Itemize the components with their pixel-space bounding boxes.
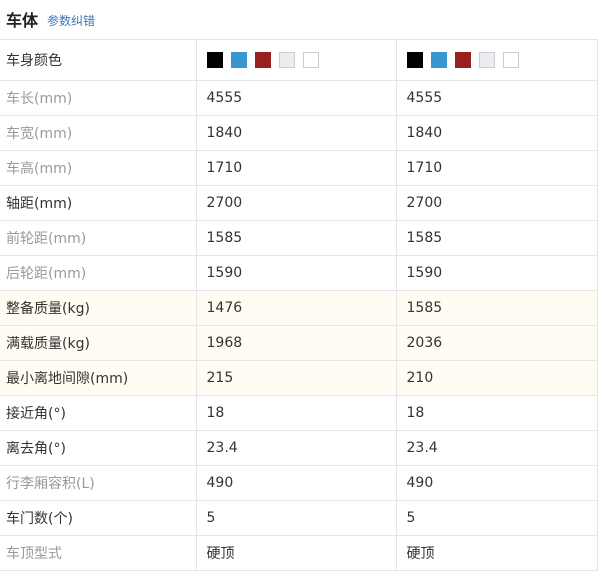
row-label: 车顶型式: [0, 535, 197, 571]
row-value-col2: 1585: [396, 290, 598, 326]
table-row: 最小离地间隙(mm) 215 210: [0, 360, 598, 396]
color-swatch[interactable]: [478, 51, 495, 68]
row-value-col2: 4555: [396, 80, 598, 116]
row-label: 满载质量(kg): [0, 325, 197, 361]
row-label: 后轮距(mm): [0, 255, 197, 291]
row-value-col2: 18: [396, 395, 598, 431]
table-row: 车顶型式 硬顶 硬顶: [0, 535, 598, 571]
table-row: 满载质量(kg) 1968 2036: [0, 325, 598, 361]
row-value-col2: 1840: [396, 115, 598, 151]
row-label: 车身颜色: [0, 40, 197, 81]
row-value-col2: 1585: [396, 220, 598, 256]
row-label: 接近角(°): [0, 395, 197, 431]
table-row: 后轮距(mm) 1590 1590: [0, 255, 598, 291]
row-value-col2: 2700: [396, 185, 598, 221]
color-swatches-col2: [396, 40, 598, 81]
row-value-col1: 18: [196, 395, 397, 431]
row-value-col2: 5: [396, 500, 598, 536]
row-value-col1: 2700: [196, 185, 397, 221]
table-row: 轴距(mm) 2700 2700: [0, 185, 598, 221]
row-value-col1: 215: [196, 360, 397, 396]
row-value-col1: 490: [196, 465, 397, 501]
table-row: 离去角(°) 23.4 23.4: [0, 430, 598, 466]
row-value-col2: 23.4: [396, 430, 598, 466]
row-value-col1: 1476: [196, 290, 397, 326]
spec-table: 车身颜色 车长(mm) 4555 4555 车宽(mm) 1840 1840 车高(mm) 1…: [0, 40, 598, 571]
section-title: 车体: [6, 11, 39, 30]
color-swatch[interactable]: [502, 51, 519, 68]
table-row: 整备质量(kg) 1476 1585: [0, 290, 598, 326]
row-label: 车长(mm): [0, 80, 197, 116]
table-row-body-color: 车身颜色: [0, 40, 598, 81]
section-header: 车体 参数纠错: [0, 0, 598, 40]
row-value-col1: 1590: [196, 255, 397, 291]
row-label: 车宽(mm): [0, 115, 197, 151]
color-swatches-col1: [196, 40, 397, 81]
table-row: 接近角(°) 18 18: [0, 395, 598, 431]
table-row: 车宽(mm) 1840 1840: [0, 115, 598, 151]
swatch-list: [206, 51, 396, 68]
row-value-col2: 2036: [396, 325, 598, 361]
row-value-col2: 210: [396, 360, 598, 396]
color-swatch[interactable]: [278, 51, 295, 68]
color-swatch[interactable]: [254, 51, 271, 68]
row-value-col1: 1710: [196, 150, 397, 186]
row-value-col2: 1590: [396, 255, 598, 291]
row-label: 最小离地间隙(mm): [0, 360, 197, 396]
row-value-col1: 1840: [196, 115, 397, 151]
report-error-link[interactable]: 参数纠错: [47, 12, 95, 29]
table-row: 行李厢容积(L) 490 490: [0, 465, 598, 501]
row-label: 离去角(°): [0, 430, 197, 466]
row-value-col1: 1585: [196, 220, 397, 256]
row-label: 轴距(mm): [0, 185, 197, 221]
row-label: 行李厢容积(L): [0, 465, 197, 501]
color-swatch[interactable]: [230, 51, 247, 68]
color-swatch[interactable]: [454, 51, 471, 68]
color-swatch[interactable]: [430, 51, 447, 68]
row-label: 车门数(个): [0, 500, 197, 536]
row-value-col1: 5: [196, 500, 397, 536]
row-label: 前轮距(mm): [0, 220, 197, 256]
row-value-col1: 1968: [196, 325, 397, 361]
swatch-list: [406, 51, 598, 68]
row-value-col2: 1710: [396, 150, 598, 186]
row-label: 整备质量(kg): [0, 290, 197, 326]
row-label: 车高(mm): [0, 150, 197, 186]
table-row: 前轮距(mm) 1585 1585: [0, 220, 598, 256]
color-swatch[interactable]: [406, 51, 423, 68]
row-value-col2: 硬顶: [396, 535, 598, 571]
row-value-col1: 23.4: [196, 430, 397, 466]
table-row: 车长(mm) 4555 4555: [0, 80, 598, 116]
row-value-col1: 4555: [196, 80, 397, 116]
color-swatch[interactable]: [206, 51, 223, 68]
color-swatch[interactable]: [302, 51, 319, 68]
table-row: 车高(mm) 1710 1710: [0, 150, 598, 186]
row-value-col2: 490: [396, 465, 598, 501]
row-value-col1: 硬顶: [196, 535, 397, 571]
table-row: 车门数(个) 5 5: [0, 500, 598, 536]
